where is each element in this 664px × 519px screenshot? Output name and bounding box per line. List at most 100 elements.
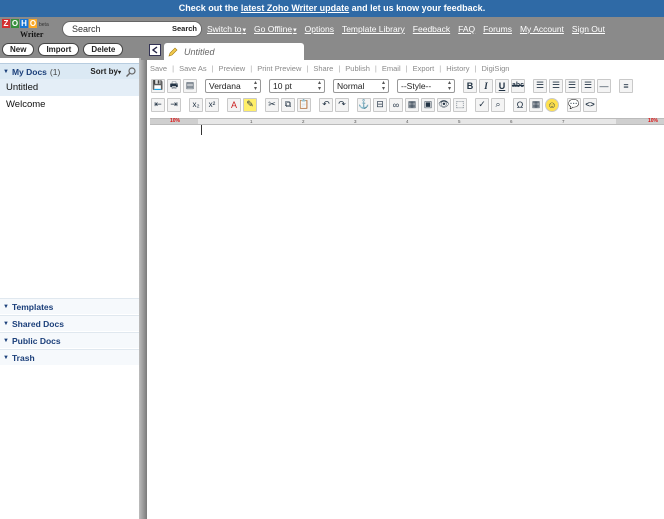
top-link-label: Feedback	[412, 23, 451, 34]
logo-letter-o2: O	[29, 19, 37, 28]
menu-save-as[interactable]: Save As	[179, 64, 207, 73]
anchor-icon[interactable]: ⚓	[357, 97, 371, 112]
outdent-icon[interactable]: ⇤	[151, 97, 165, 112]
section-public-docs[interactable]: ▼ Public Docs	[0, 332, 141, 348]
doc-item-untitled[interactable]: Untitled	[0, 79, 141, 96]
top-link-label: My Account	[519, 23, 564, 34]
italic-button[interactable]: I	[479, 78, 493, 93]
preview-eye-icon[interactable]: 👁	[437, 97, 451, 112]
section-trash[interactable]: ▼ Trash	[0, 349, 141, 365]
indent-icon[interactable]: ⇥	[167, 97, 181, 112]
special-char-icon[interactable]: Ω	[513, 97, 527, 112]
menu-share[interactable]: Share	[313, 64, 333, 73]
menu-publish[interactable]: Publish	[345, 64, 370, 73]
align-center-icon[interactable]: ☰	[549, 78, 563, 93]
ruler[interactable]: 10% 10% 1 2 3 4 5 6 7	[150, 118, 664, 125]
import-button[interactable]: Import	[38, 42, 80, 56]
html-source-icon[interactable]: <>	[583, 97, 597, 112]
print-preview-icon[interactable]: ▤	[183, 78, 197, 93]
menu-separator: |	[211, 63, 214, 73]
menu-export[interactable]: Export	[413, 64, 435, 73]
section-shared-docs[interactable]: ▼ Shared Docs	[0, 315, 141, 331]
my-docs-title: My Docs	[11, 66, 47, 77]
pencil-icon	[168, 47, 178, 56]
page-break-icon[interactable]: ⊟	[373, 97, 387, 112]
redo-icon[interactable]: ↷	[335, 97, 349, 112]
top-link-options[interactable]: Options	[305, 24, 334, 34]
menu-save[interactable]: Save	[150, 64, 167, 73]
doc-item-welcome[interactable]: Welcome	[0, 96, 141, 113]
top-link-my-account[interactable]: My Account	[520, 24, 564, 34]
zoho-writer-logo[interactable]: Z O H O beta Writer	[0, 17, 54, 40]
top-link-template-library[interactable]: Template Library	[342, 24, 405, 34]
menu-history[interactable]: History	[446, 64, 469, 73]
align-right-icon[interactable]: ☰	[565, 78, 579, 93]
top-links: Switch to▾ Go Offline▾ Options Template Lib…	[207, 24, 613, 34]
file-menu-row: Save | Save As | Preview | Print Preview | Share…	[147, 60, 664, 76]
delete-button[interactable]: Delete	[83, 42, 124, 56]
highlight-icon[interactable]: ✎	[243, 97, 257, 112]
date-icon[interactable]: ▦	[529, 97, 543, 112]
banner-update-link[interactable]: latest Zoho Writer update	[241, 3, 349, 13]
paragraph-format-select[interactable]: Normal ▴ ▾	[333, 78, 389, 93]
menu-separator: |	[439, 63, 442, 73]
sort-by-menu[interactable]: Sort by▾	[90, 67, 121, 76]
section-label: Public Docs	[11, 335, 61, 346]
top-link-label: Template Library	[341, 23, 405, 34]
top-link-faq[interactable]: FAQ	[458, 24, 475, 34]
search-box: Search	[62, 20, 202, 37]
strikethrough-button[interactable]: abc	[511, 78, 525, 93]
print-icon[interactable]: 🖶	[167, 78, 181, 93]
numbered-list-icon[interactable]: ≡	[619, 78, 633, 93]
smiley-icon[interactable]: ☺	[545, 97, 559, 112]
select-all-icon[interactable]: ⬚	[453, 97, 467, 112]
cut-icon[interactable]: ✂	[265, 97, 279, 112]
undo-icon[interactable]: ↶	[319, 97, 333, 112]
menu-separator: |	[306, 63, 309, 73]
font-family-select[interactable]: Verdana ▴ ▾	[205, 78, 261, 93]
section-label: Templates	[11, 301, 54, 312]
top-link-go-offline[interactable]: Go Offline▾	[254, 24, 297, 34]
superscript-icon[interactable]: x²	[205, 97, 219, 112]
font-size-select[interactable]: 10 pt ▴ ▾	[269, 78, 325, 93]
comment-icon[interactable]: 💬	[567, 97, 581, 112]
spell-check-icon[interactable]: ✓	[475, 97, 489, 112]
justify-icon[interactable]: ☰	[581, 78, 595, 93]
search-button[interactable]: Search	[167, 21, 201, 36]
top-link-label: Switch to	[207, 23, 242, 34]
menu-preview[interactable]: Preview	[219, 64, 246, 73]
subscript-icon[interactable]: x₂	[189, 97, 203, 112]
find-replace-icon[interactable]: ⌕	[491, 97, 505, 112]
section-templates[interactable]: ▼ Templates	[0, 298, 141, 314]
table-icon[interactable]: ▦	[405, 97, 419, 112]
document-body[interactable]	[147, 126, 664, 519]
panel-splitter[interactable]	[139, 58, 147, 519]
horizontal-rule-icon[interactable]: —	[597, 78, 611, 93]
new-button[interactable]: New	[2, 42, 35, 56]
tab-untitled[interactable]: Untitled	[164, 43, 304, 60]
align-left-icon[interactable]: ☰	[533, 78, 547, 93]
font-color-icon[interactable]: A	[227, 97, 241, 112]
link-icon[interactable]: ∞	[389, 97, 403, 112]
style-select[interactable]: --Style-- ▴ ▾	[397, 78, 455, 93]
top-link-forums[interactable]: Forums	[483, 24, 512, 34]
editor-area: Save | Save As | Preview | Print Preview | Share…	[147, 60, 664, 519]
top-link-sign-out[interactable]: Sign Out	[572, 24, 605, 34]
toolbar-row-1: 💾 🖶 ▤ Verdana ▴ ▾ 10 pt ▴ ▾ Normal ▴ ▾ --Style…	[147, 76, 664, 95]
underline-button[interactable]: U	[495, 78, 509, 93]
image-icon[interactable]: ▣	[421, 97, 435, 112]
top-link-feedback[interactable]: Feedback	[413, 24, 450, 34]
save-icon[interactable]: 💾	[151, 78, 165, 93]
top-link-switch-to[interactable]: Switch to▾	[207, 24, 246, 34]
top-link-label: Sign Out	[571, 23, 605, 34]
collapse-panel-icon[interactable]	[149, 44, 161, 56]
menu-print-preview[interactable]: Print Preview	[257, 64, 301, 73]
my-docs-header[interactable]: ▼ My Docs (1) Sort by▾	[0, 63, 141, 79]
bold-button[interactable]: B	[463, 78, 477, 93]
menu-digisign[interactable]: DigiSign	[482, 64, 510, 73]
copy-icon[interactable]: ⧉	[281, 97, 295, 112]
paste-icon[interactable]: 📋	[297, 97, 311, 112]
logo-letter-z: Z	[2, 19, 10, 28]
search-icon[interactable]	[125, 66, 137, 78]
menu-email[interactable]: Email	[382, 64, 401, 73]
